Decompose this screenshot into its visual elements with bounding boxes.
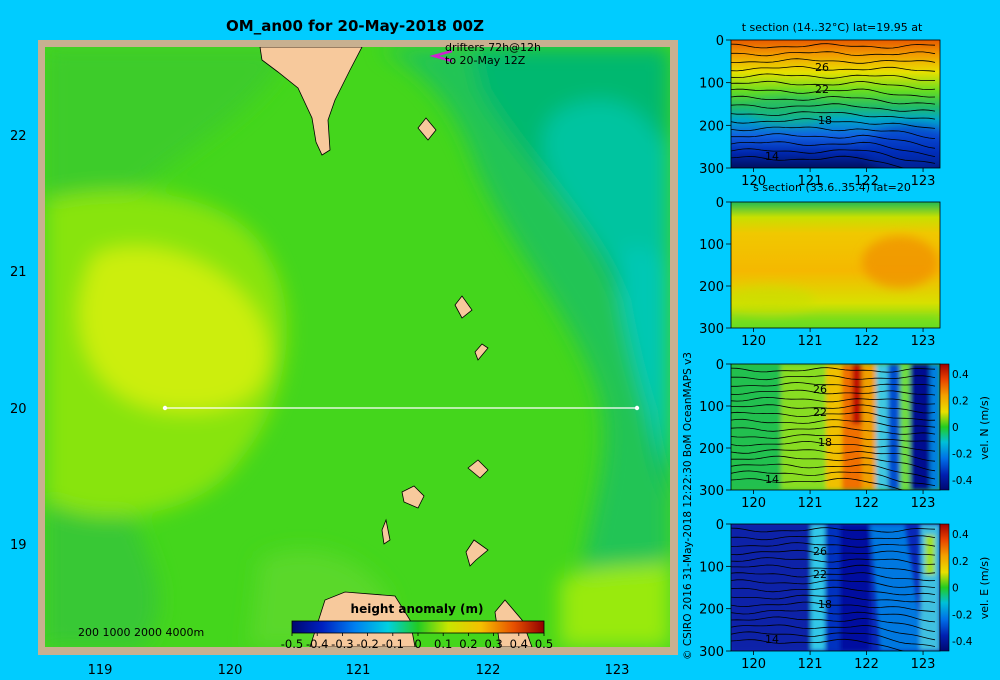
ve-colorbar-tick: 0.4 <box>952 529 969 541</box>
colorbar-tick: -0.3 <box>331 637 353 651</box>
colorbar-tick: 0.1 <box>434 637 452 651</box>
s-x-tick: 122 <box>854 334 879 349</box>
ve-x-tick: 121 <box>798 657 823 672</box>
t-y-tick: 200 <box>699 119 724 134</box>
map-x-tick: 123 <box>605 663 630 678</box>
colorbar-tick: -0.5 <box>281 637 303 651</box>
colorbar-title: height anomaly (m) <box>351 602 484 616</box>
vn-colorbar-tick: 0.2 <box>952 396 969 408</box>
depth-legend: 200 1000 2000 4000m <box>78 626 204 639</box>
ve-contour-label: 18 <box>818 598 832 611</box>
vn-contour-label: 18 <box>818 436 832 449</box>
s-y-tick: 100 <box>699 238 724 253</box>
colorbar-tick: -0.2 <box>356 637 378 651</box>
s-section-title: s section (33.6..35.4) lat=20 <box>753 181 911 194</box>
s-x-tick: 120 <box>741 334 766 349</box>
vn-contour-label: 26 <box>813 383 827 396</box>
t-section-panel: t section (14..32°C) lat=19.95 at 26 22 … <box>730 21 941 169</box>
colorbar-tick: 0.2 <box>459 637 477 651</box>
ve-colorbar <box>939 523 950 652</box>
map-x-tick: 121 <box>346 663 371 678</box>
colorbar-tick: 0.5 <box>535 637 553 651</box>
vn-y-tick: 0 <box>716 358 724 373</box>
map-x-tick: 122 <box>476 663 501 678</box>
ve-y-tick: 0 <box>716 518 724 533</box>
t-contour-label: 26 <box>815 61 829 74</box>
map-x-tick: 119 <box>88 663 113 678</box>
t-contour-label: 18 <box>818 114 832 127</box>
colorbar-tick: -0.1 <box>382 637 404 651</box>
vn-colorbar <box>939 363 950 491</box>
section-start-marker <box>162 405 168 411</box>
drifter-legend-line1: drifters 72h@12h <box>445 41 541 54</box>
map-y-tick: 20 <box>10 402 27 417</box>
figure: OM_an00 for 20-May-2018 00Z drifters 72h… <box>10 17 991 678</box>
vn-contour-label: 14 <box>765 473 779 486</box>
vn-x-tick: 123 <box>911 496 936 511</box>
t-y-tick: 100 <box>699 77 724 92</box>
t-x-tick: 120 <box>741 174 766 189</box>
t-y-tick: 0 <box>716 34 724 49</box>
vn-x-tick: 120 <box>741 496 766 511</box>
drifter-legend-line2: to 20-May 12Z <box>445 54 526 67</box>
vn-y-tick: 200 <box>699 442 724 457</box>
map-panel: drifters 72h@12h to 20-May 12Z 119 120 1… <box>10 40 678 678</box>
ve-y-tick: 300 <box>699 645 724 660</box>
vn-colorbar-tick: 0.4 <box>952 369 969 381</box>
colorbar-tick: 0 <box>414 637 421 651</box>
t-x-tick: 121 <box>798 174 823 189</box>
ve-x-tick: 123 <box>911 657 936 672</box>
figure-title: OM_an00 for 20-May-2018 00Z <box>226 17 484 35</box>
credit-text: © CSIRO 2016 31-May-2018 12:22:30 BoM Oc… <box>682 352 694 660</box>
vn-x-tick: 122 <box>854 496 879 511</box>
ve-colorbar-tick: -0.4 <box>952 636 973 648</box>
t-section-title: t section (14..32°C) lat=19.95 at <box>742 21 923 34</box>
ve-colorbar-tick: 0.2 <box>952 556 969 568</box>
vn-x-tick: 121 <box>798 496 823 511</box>
map-y-tick: 22 <box>10 129 27 144</box>
ve-colorbar-tick: 0 <box>952 583 959 595</box>
s-y-tick: 300 <box>699 322 724 337</box>
ve-x-tick: 122 <box>854 657 879 672</box>
map-x-tick: 120 <box>218 663 243 678</box>
s-x-tick: 121 <box>798 334 823 349</box>
ve-y-tick: 200 <box>699 603 724 618</box>
colorbar-tick: 0.4 <box>510 637 528 651</box>
colorbar-tick: -0.4 <box>306 637 328 651</box>
s-y-tick: 200 <box>699 280 724 295</box>
s-section-panel: s section (33.6..35.4) lat=20 <box>730 181 941 329</box>
map-y-tick: 19 <box>10 538 27 553</box>
map-y-tick: 21 <box>10 265 27 280</box>
s-y-tick: 0 <box>716 196 724 211</box>
t-x-tick: 123 <box>911 174 936 189</box>
vn-colorbar-label: vel. N (m/s) <box>978 396 991 460</box>
t-contour-label: 14 <box>765 150 779 163</box>
ve-x-tick: 120 <box>741 657 766 672</box>
map-y-axis: 22 21 20 19 <box>10 129 27 553</box>
section-end-marker <box>634 405 640 411</box>
vn-contour-label: 22 <box>813 406 827 419</box>
t-x-tick: 122 <box>854 174 879 189</box>
t-contour-label: 22 <box>815 83 829 96</box>
ve-contour-label: 22 <box>813 568 827 581</box>
vn-y-tick: 100 <box>699 400 724 415</box>
vn-colorbar-tick: -0.2 <box>952 449 973 461</box>
ve-colorbar-tick: -0.2 <box>952 609 973 621</box>
map-x-axis: 119 120 121 122 123 <box>88 663 630 678</box>
s-x-tick: 123 <box>911 334 936 349</box>
colorbar-gradient <box>291 620 545 634</box>
vn-y-tick: 300 <box>699 484 724 499</box>
ve-contour-label: 14 <box>765 633 779 646</box>
t-y-tick: 300 <box>699 162 724 177</box>
colorbar-tick: 0.3 <box>484 637 502 651</box>
vn-colorbar-tick: -0.4 <box>952 475 973 487</box>
vn-colorbar-tick: 0 <box>952 422 959 434</box>
ve-contour-label: 26 <box>813 545 827 558</box>
ve-y-tick: 100 <box>699 560 724 575</box>
ve-colorbar-label: vel. E (m/s) <box>978 557 991 620</box>
